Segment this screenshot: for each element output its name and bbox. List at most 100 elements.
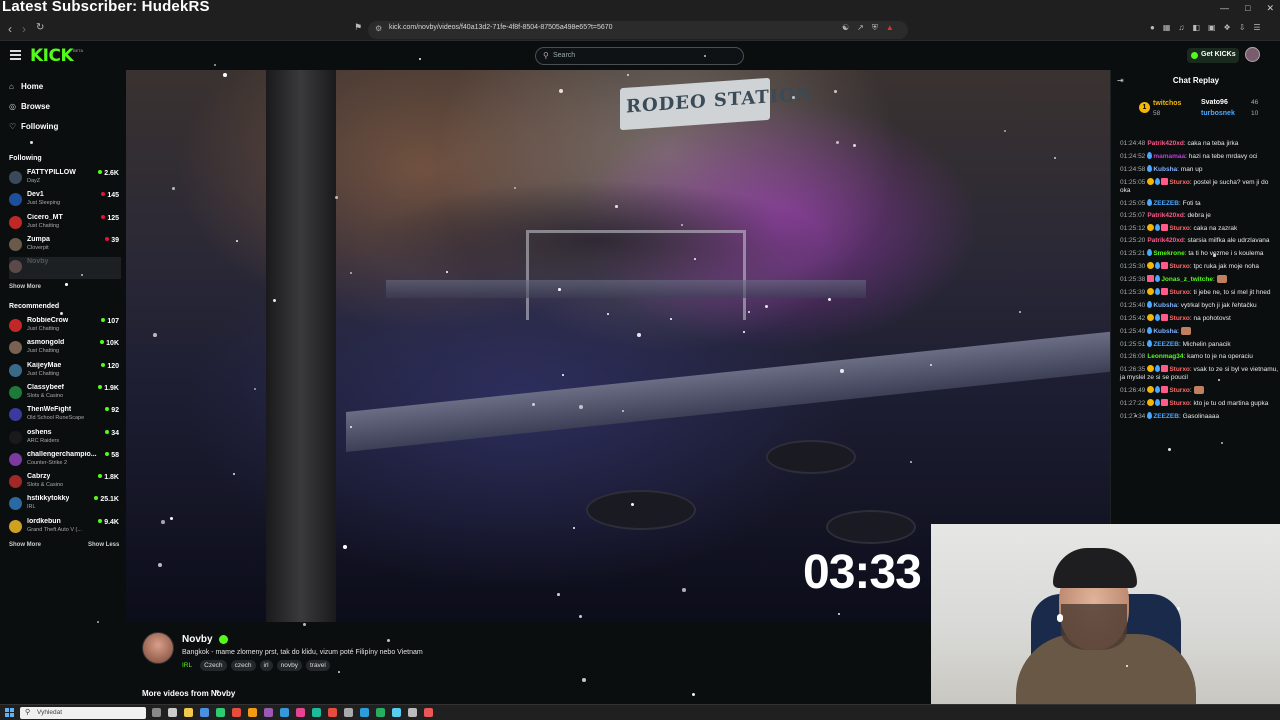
get-kicks-button[interactable]: Get KICKs	[1187, 48, 1239, 63]
streamer-name[interactable]: Novby	[182, 634, 213, 645]
following-channel-item[interactable]: Zumpa Cloverpit 39	[9, 235, 121, 257]
bookmark-icon[interactable]: ⚑	[354, 22, 362, 33]
forward-icon[interactable]: ›	[22, 22, 26, 36]
taskbar-search-input[interactable]: ⚲ Vyhledat	[20, 707, 146, 719]
taskbar-app-icon[interactable]	[168, 708, 177, 717]
share-icon[interactable]: ↗	[857, 23, 864, 33]
chat-username[interactable]: Kubsha	[1153, 328, 1177, 335]
taskbar-app-icon[interactable]	[344, 708, 353, 717]
streamer-avatar[interactable]	[142, 632, 174, 664]
user-avatar[interactable]	[1245, 47, 1260, 62]
chat-username[interactable]: Sturxo	[1169, 315, 1190, 322]
taskbar-app-icon[interactable]	[408, 708, 417, 717]
maximize-icon[interactable]: □	[1245, 3, 1250, 14]
music-icon[interactable]: ♫	[1178, 23, 1184, 32]
menu-icon[interactable]: ☰	[1253, 23, 1260, 32]
chat-username[interactable]: Patrik420xd	[1147, 237, 1184, 244]
sidebar-toggle-icon[interactable]: ◧	[1192, 23, 1200, 32]
hamburger-menu-icon[interactable]	[10, 50, 21, 60]
search-input[interactable]: ⚲ Search	[535, 47, 744, 65]
reload-icon[interactable]: ↻	[36, 22, 44, 33]
tag-chip[interactable]: czech	[230, 660, 256, 671]
discord-icon[interactable]: ●	[1150, 23, 1155, 32]
download-icon[interactable]: ⇩	[1239, 23, 1246, 32]
recommended-channel-item[interactable]: challengerchampio... Counter-Strike 2 58	[9, 450, 121, 472]
taskbar-app-icon[interactable]	[392, 708, 401, 717]
gifter-name[interactable]: Svato96	[1201, 99, 1228, 106]
recommended-channel-item[interactable]: Classybeef Slots & Casino 1.9K	[9, 383, 121, 405]
taskbar-app-icon[interactable]	[232, 708, 241, 717]
taskbar-app-icon[interactable]	[200, 708, 209, 717]
taskbar-app-icon[interactable]	[152, 708, 161, 717]
following-channel-item[interactable]: Novby	[9, 257, 121, 280]
url-text[interactable]: kick.com/novby/videos/f40a13d2-71fe-4f8f…	[389, 24, 613, 31]
translate-icon[interactable]: ☯	[842, 23, 849, 33]
following-channel-item[interactable]: FATTYPILLOW DayZ 2.6K	[9, 168, 121, 190]
recommended-channel-item[interactable]: oshens ARC Raiders 34	[9, 428, 121, 450]
extension-icon[interactable]: ▦	[1163, 23, 1171, 32]
wallet-icon[interactable]: ▣	[1208, 23, 1216, 32]
taskbar-app-icon[interactable]	[360, 708, 369, 717]
sidebar-item-home[interactable]: ⌂ Home	[9, 82, 43, 91]
chat-username[interactable]: ZEEZEB	[1153, 413, 1179, 420]
taskbar-app-icon[interactable]	[216, 708, 225, 717]
sidebar-item-browse[interactable]: ◎ Browse	[9, 102, 50, 111]
site-info-icon[interactable]: ⚙	[375, 24, 382, 33]
taskbar-app-icon[interactable]	[376, 708, 385, 717]
tag-chip[interactable]: travel	[305, 660, 330, 671]
following-show-more-button[interactable]: Show More	[9, 284, 41, 290]
chat-username[interactable]: Sturxo	[1169, 179, 1190, 186]
brave-rewards-icon[interactable]: ▲	[886, 23, 894, 33]
chat-username[interactable]: Sturxo	[1169, 400, 1190, 407]
recommended-channel-item[interactable]: ThenWeFight Old School RuneScape 92	[9, 405, 121, 427]
taskbar-app-icon[interactable]	[184, 708, 193, 717]
chat-username[interactable]: ZEEZEB	[1153, 200, 1179, 207]
chat-username[interactable]: Sturxo	[1169, 387, 1190, 394]
chat-username[interactable]: Smekrone	[1153, 250, 1184, 257]
recommended-channel-item[interactable]: hstikkytokky IRL 25.1K	[9, 494, 121, 516]
taskbar-app-icon[interactable]	[248, 708, 257, 717]
show-more-button[interactable]: Show More	[9, 542, 41, 548]
kick-logo[interactable]: KICK	[30, 46, 74, 66]
tag-chip[interactable]: novby	[276, 660, 302, 671]
recommended-channel-item[interactable]: asmongold Just Chatting 10K	[9, 338, 121, 360]
chat-username[interactable]: Patrik420xd	[1147, 140, 1184, 147]
shield-icon[interactable]: ⛨	[872, 23, 878, 33]
taskbar-app-icon[interactable]	[296, 708, 305, 717]
chat-username[interactable]: Sturxo	[1169, 289, 1190, 296]
following-channel-item[interactable]: Cicero_MT Just Chatting 125	[9, 213, 121, 235]
recommended-channel-item[interactable]: lordkebun Grand Theft Auto V (... 9.4K	[9, 517, 121, 539]
gifter-name[interactable]: twitchos	[1153, 100, 1181, 107]
following-channel-item[interactable]: Dev1 Just Sleeping 145	[9, 190, 121, 212]
address-bar[interactable]: ⚙ kick.com/novby/videos/f40a13d2-71fe-4f…	[368, 21, 908, 39]
taskbar-app-icon[interactable]	[328, 708, 337, 717]
tag-chip[interactable]: irl	[259, 660, 273, 671]
gifter-name[interactable]: turbosnek	[1201, 110, 1235, 117]
chat-username[interactable]: Sturxo	[1169, 366, 1190, 373]
show-less-button[interactable]: Show Less	[88, 542, 119, 548]
chat-username[interactable]: Kubsha	[1153, 302, 1177, 309]
chat-username[interactable]: Kubsha	[1153, 166, 1177, 173]
close-icon[interactable]: ✕	[1266, 3, 1274, 14]
chat-username[interactable]: Sturxo	[1169, 225, 1190, 232]
category-link[interactable]: IRL	[182, 660, 196, 671]
chat-username[interactable]: Sturxo	[1169, 263, 1190, 270]
chat-username[interactable]: Jonas_z_twitche	[1161, 276, 1213, 283]
taskbar-app-icon[interactable]	[424, 708, 433, 717]
taskbar-app-icon[interactable]	[280, 708, 289, 717]
recommended-channel-item[interactable]: KaijeyMae Just Chatting 120	[9, 361, 121, 383]
taskbar-app-icon[interactable]	[312, 708, 321, 717]
chat-username[interactable]: mamamaa	[1153, 153, 1185, 160]
recommended-channel-item[interactable]: Cabrzy Slots & Casino 1.8K	[9, 472, 121, 494]
chat-username[interactable]: Patrik420xd	[1147, 212, 1184, 219]
sidebar-item-following[interactable]: ♡ Following	[9, 122, 58, 131]
chat-username[interactable]: ZEEZEB	[1153, 341, 1179, 348]
minimize-icon[interactable]: —	[1220, 3, 1229, 14]
chat-username[interactable]: Leonmag34	[1147, 353, 1183, 360]
puzzle-icon[interactable]: ❖	[1224, 23, 1231, 32]
windows-start-icon[interactable]	[5, 708, 14, 717]
taskbar-app-icon[interactable]	[264, 708, 273, 717]
tag-chip[interactable]: Czech	[200, 660, 227, 671]
recommended-channel-item[interactable]: RobbieCrow Just Chatting 107	[9, 316, 121, 338]
back-icon[interactable]: ‹	[8, 22, 12, 36]
